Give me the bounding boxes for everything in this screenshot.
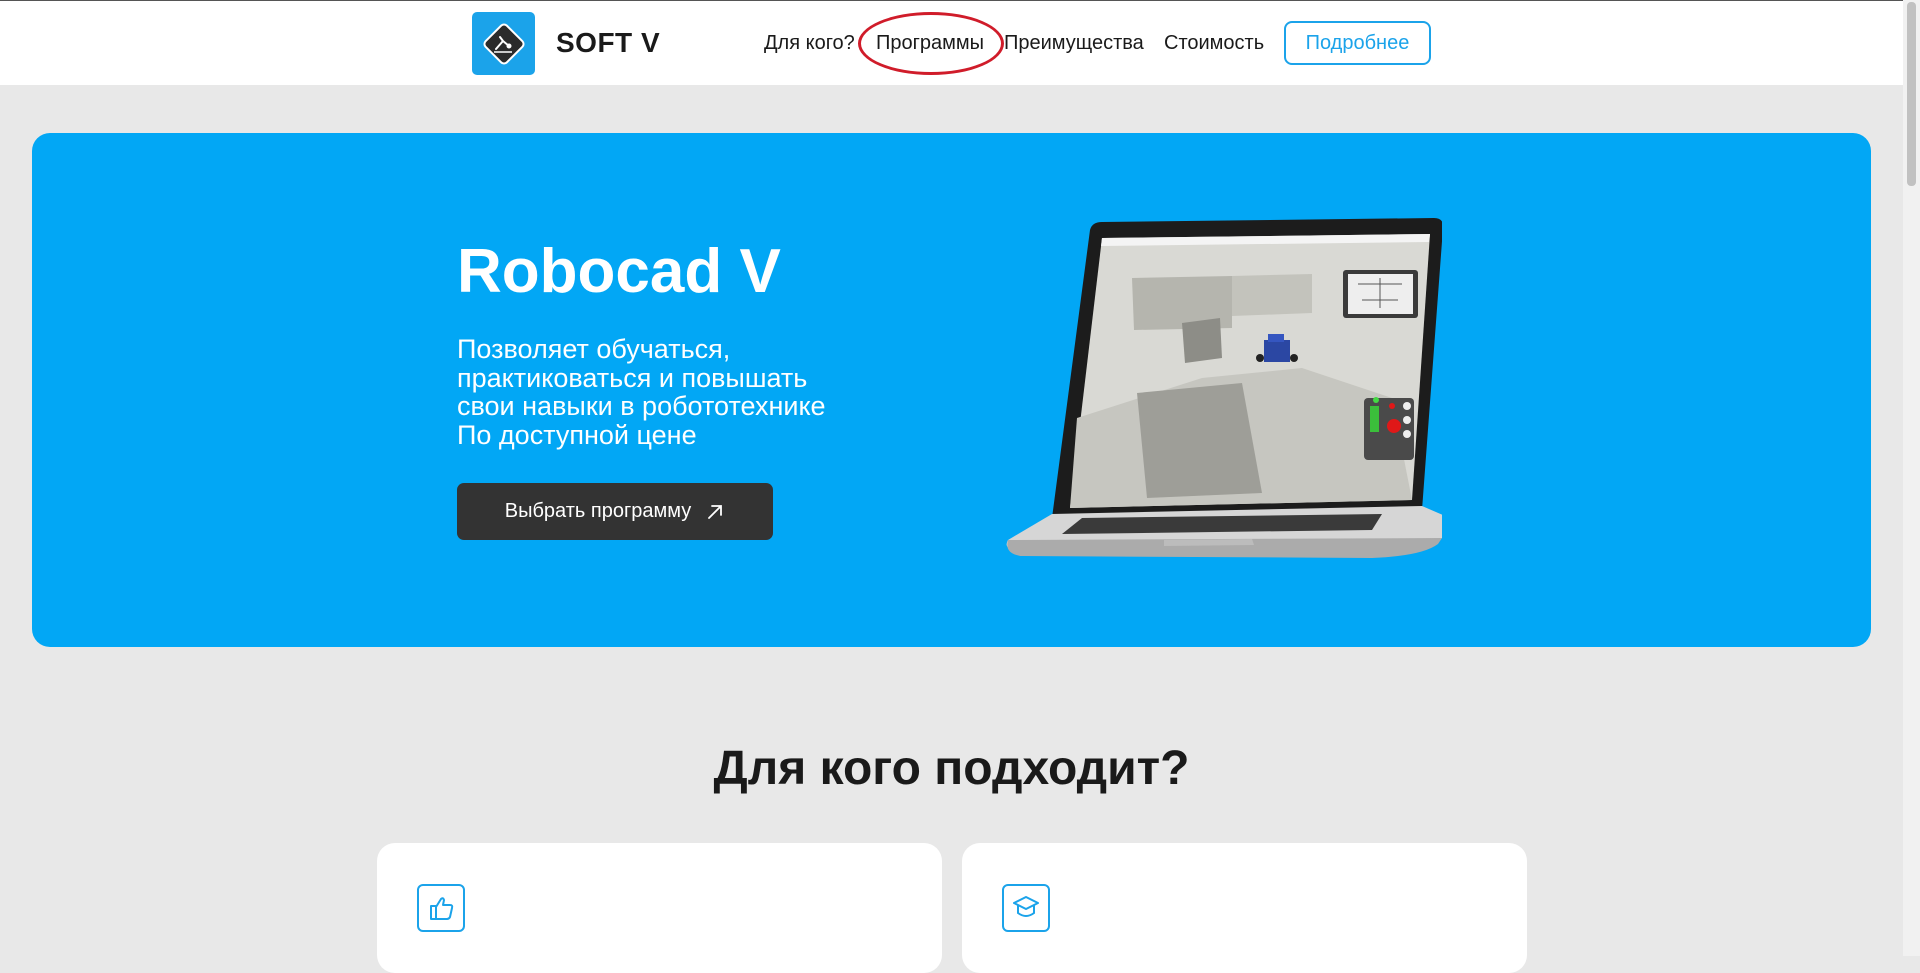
hero-banner: Robocad V Позволяет обучаться, практиков… [32,133,1871,647]
audience-card [377,843,942,973]
logo[interactable] [472,12,535,75]
hero-description: Позволяет обучаться, практиковаться и по… [457,335,917,449]
robot-arm-icon [482,22,525,65]
hero-line: Позволяет обучаться, [457,334,731,364]
site-header: SOFT V Для кого? Программы Преимущества … [0,0,1920,85]
cta-label: Выбрать программу [504,500,692,522]
laptop-simulation-image [1006,218,1442,558]
audience-card [962,843,1527,973]
page-scrollbar[interactable] [1903,0,1920,956]
hero-line: По доступной цене [457,419,697,450]
graduation-cap-icon [1002,884,1050,932]
logo-text[interactable]: SOFT V [556,27,660,59]
hero-line: практиковаться и повышать [457,362,808,393]
hero-title: Robocad V [457,237,781,306]
nav-item-programs[interactable]: Программы [876,32,984,55]
arrow-up-right-icon [708,504,723,519]
section-title: Для кого подходит? [713,742,1190,795]
hero-line: свои навыки в робототехнике [457,391,826,421]
choose-program-button[interactable]: Выбрать программу [457,483,773,540]
scrollbar-thumb[interactable] [1907,2,1916,186]
more-button[interactable]: Подробнее [1284,21,1431,65]
nav-item-advantages[interactable]: Преимущества [1004,32,1144,55]
thumbs-up-icon [417,884,465,932]
nav-item-price[interactable]: Стоимость [1164,32,1264,55]
nav-item-for-whom[interactable]: Для кого? [764,32,855,55]
